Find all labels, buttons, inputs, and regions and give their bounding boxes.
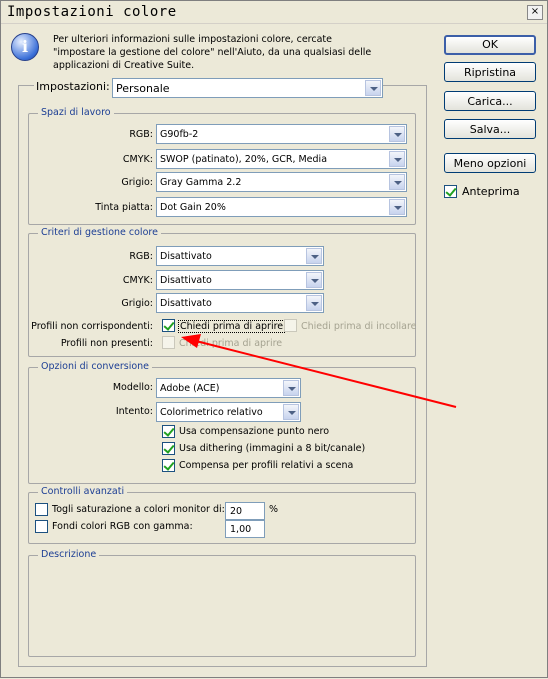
annotation-arrow bbox=[181, 334, 457, 408]
color-settings-dialog: Impostazioni colore × i Per ulteriori in… bbox=[0, 0, 548, 678]
